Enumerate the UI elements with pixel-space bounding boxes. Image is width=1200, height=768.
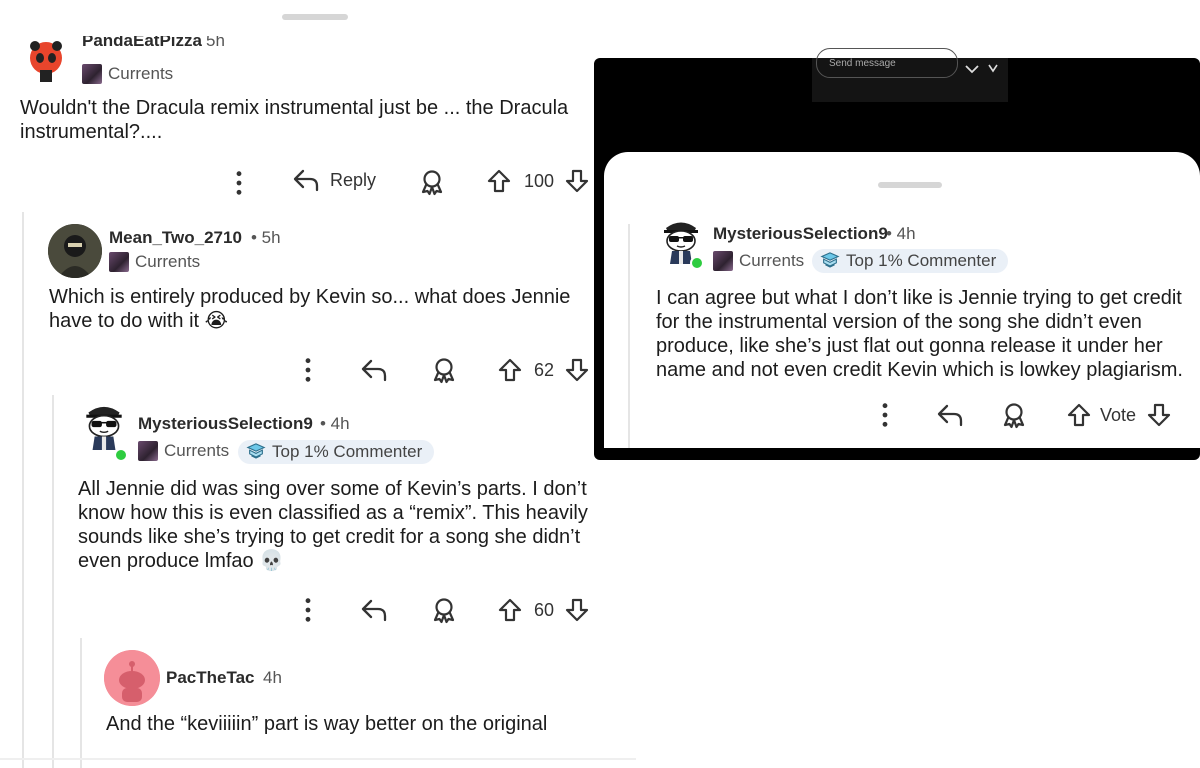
upvote-icon[interactable]	[486, 168, 512, 194]
reply-icon[interactable]	[936, 403, 964, 427]
badge-icon	[246, 442, 266, 462]
user-flair: Currents	[138, 441, 229, 461]
user-flair: Currents	[82, 64, 173, 84]
flair-image	[82, 64, 102, 84]
divider	[0, 758, 636, 760]
vote-count: 62	[534, 360, 555, 380]
username[interactable]: MysteriousSelection9	[138, 414, 313, 434]
online-indicator	[690, 256, 704, 270]
comment-body: Wouldn't the Dracula remix instrumental …	[20, 97, 569, 143]
flair-image	[138, 441, 158, 461]
drag-handle[interactable]	[282, 14, 348, 20]
comment-body: And the “keviiiiin” part is way better o…	[106, 713, 548, 735]
thread-line	[52, 395, 54, 768]
online-indicator	[114, 448, 128, 462]
chevron-down-icon[interactable]	[964, 62, 980, 76]
reply-icon[interactable]	[360, 598, 388, 622]
flair-image	[109, 252, 129, 272]
upvote-icon[interactable]	[497, 357, 523, 383]
username[interactable]: MysteriousSelection9	[713, 224, 888, 244]
award-icon[interactable]	[418, 168, 446, 196]
downvote-icon[interactable]	[564, 168, 590, 194]
reply-icon	[292, 168, 320, 192]
avatar[interactable]	[22, 36, 70, 84]
thread-line	[628, 224, 630, 448]
more-icon[interactable]	[234, 170, 244, 196]
avatar[interactable]	[48, 224, 102, 278]
badge-icon	[820, 251, 840, 271]
downvote-icon[interactable]	[1146, 402, 1172, 428]
award-icon[interactable]	[430, 356, 458, 384]
message-bar: Send message	[812, 48, 1008, 102]
thread-line	[80, 638, 82, 768]
user-flair: Currents	[713, 251, 804, 271]
timestamp: 5h	[206, 36, 225, 50]
award-icon[interactable]	[430, 596, 458, 624]
user-flair: Currents	[109, 252, 200, 272]
send-message-input[interactable]: Send message	[816, 48, 958, 78]
avatar[interactable]	[78, 398, 130, 450]
more-icon[interactable]	[880, 402, 890, 428]
reply-icon[interactable]	[360, 358, 388, 382]
avatar[interactable]	[104, 650, 160, 706]
timestamp: • 5h	[251, 228, 281, 247]
upvote-icon[interactable]	[1066, 402, 1092, 428]
downvote-icon[interactable]	[564, 357, 590, 383]
timestamp: 4h	[263, 668, 282, 687]
vote-count: 100	[524, 171, 555, 191]
vote-label[interactable]: Vote	[1100, 405, 1136, 426]
comment-body: All Jennie did was sing over some of Kev…	[78, 478, 588, 572]
more-icon[interactable]	[303, 357, 313, 383]
username[interactable]: Mean_Two_2710	[109, 228, 242, 248]
username[interactable]: PandaEatPizza	[82, 36, 202, 52]
reply-button[interactable]: Reply	[292, 168, 376, 192]
timestamp: • 4h	[320, 414, 350, 433]
flair-image	[713, 251, 733, 271]
comment-sheet: MysteriousSelection9 • 4h Currents Top 1…	[604, 152, 1200, 448]
downvote-icon[interactable]	[564, 597, 590, 623]
drag-handle[interactable]	[878, 182, 942, 188]
timestamp: • 4h	[886, 224, 916, 243]
award-icon[interactable]	[1000, 401, 1028, 429]
username[interactable]: PacTheTac	[166, 668, 255, 688]
upvote-icon[interactable]	[497, 597, 523, 623]
comment-body: I can agree but what I don’t like is Jen…	[656, 287, 1183, 381]
chevron-down-icon[interactable]	[988, 62, 998, 74]
thread-line	[22, 212, 24, 768]
top-commenter-badge: Top 1% Commenter	[238, 440, 435, 464]
top-commenter-badge: Top 1% Commenter	[812, 249, 1009, 273]
vote-count: 60	[534, 600, 555, 620]
more-icon[interactable]	[303, 597, 313, 623]
comment-body: Which is entirely produced by Kevin so..…	[49, 286, 571, 332]
